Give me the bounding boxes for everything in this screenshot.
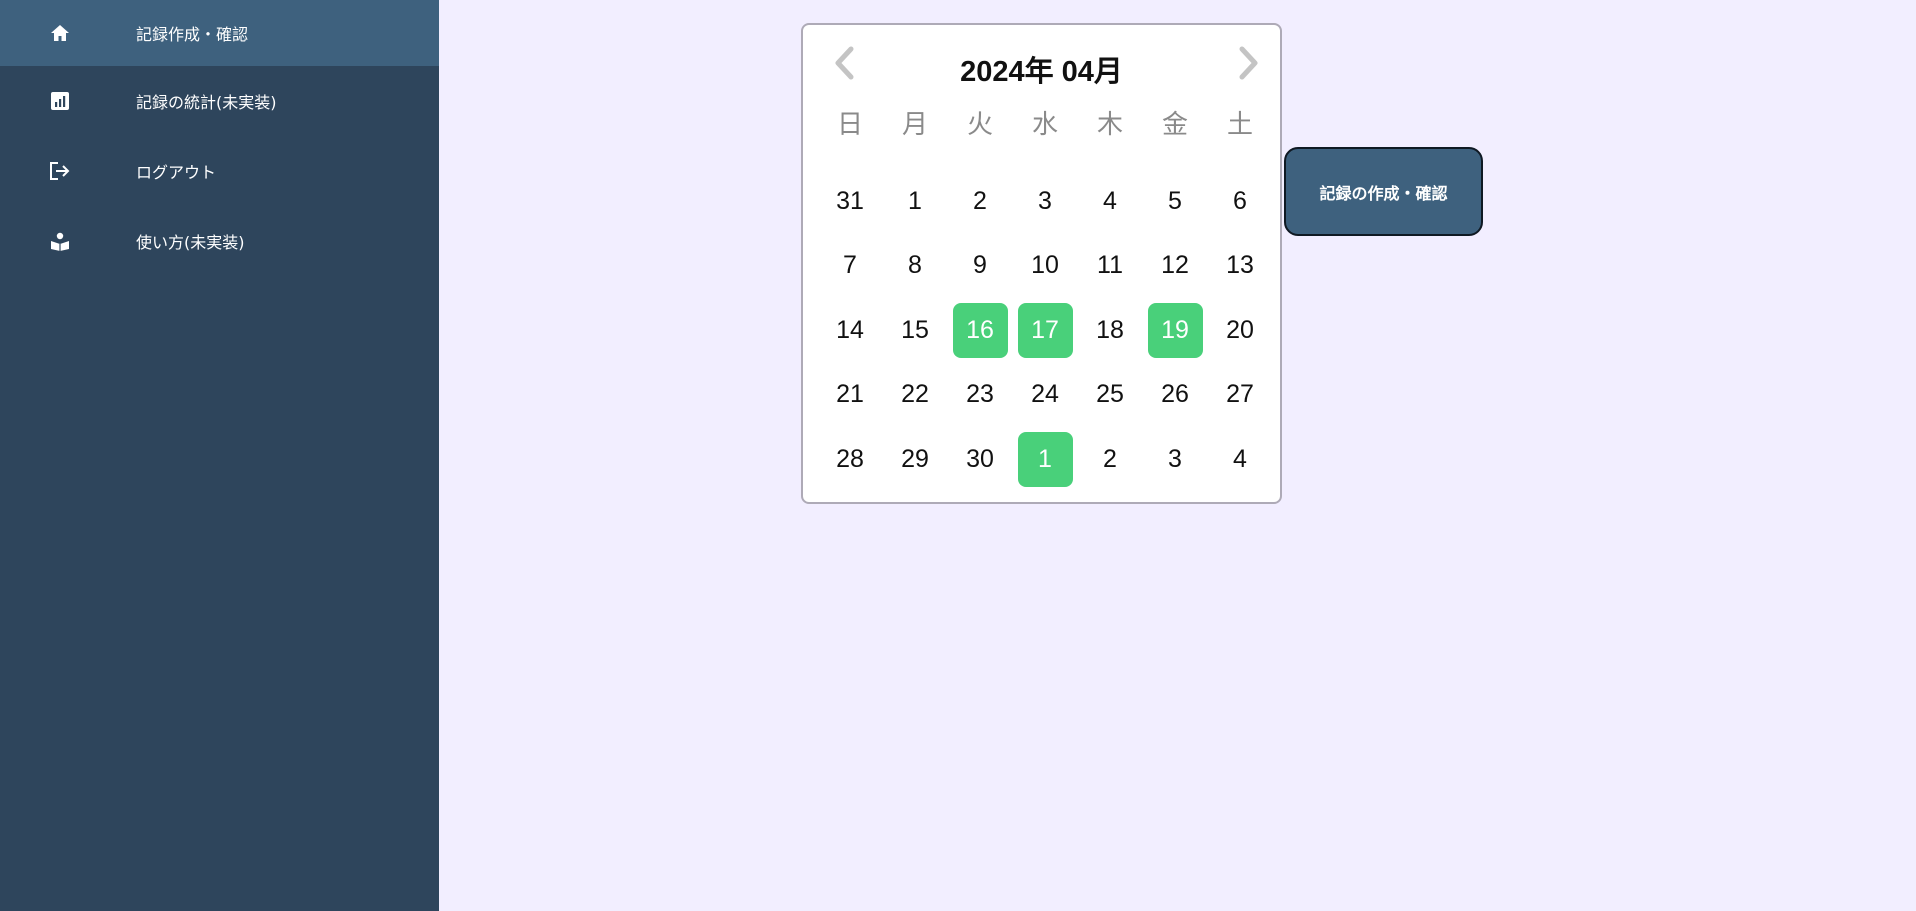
calendar-day[interactable]: 27 — [1213, 367, 1268, 422]
chevron-right-icon[interactable] — [1229, 43, 1269, 83]
calendar-day[interactable]: 15 — [888, 303, 943, 358]
calendar-day[interactable]: 24 — [1018, 367, 1073, 422]
weekday-label: 月 — [901, 110, 928, 140]
sidebar-item-label: 記録の統計(未実装) — [136, 93, 277, 112]
calendar-day[interactable]: 10 — [1018, 238, 1073, 293]
sidebar: 記録作成・確認 記録の統計(未実装) ログアウト 使い方(未実装) — [0, 0, 439, 911]
calendar-day[interactable]: 7 — [823, 238, 878, 293]
calendar-day[interactable]: 4 — [1213, 432, 1268, 487]
weekday-label: 木 — [1096, 110, 1123, 140]
logout-icon — [49, 160, 71, 182]
calendar-day-recorded[interactable]: 1 — [1017, 431, 1073, 487]
calendar-day-recorded[interactable]: 16 — [952, 302, 1008, 358]
calendar-day[interactable]: 30 — [953, 432, 1008, 487]
weekday-label: 水 — [1031, 110, 1058, 140]
sidebar-item-statistics[interactable]: 記録の統計(未実装) — [0, 68, 439, 134]
calendar-day[interactable]: 25 — [1083, 367, 1138, 422]
calendar-day[interactable]: 18 — [1083, 303, 1138, 358]
calendar-day[interactable]: 31 — [823, 174, 878, 229]
sidebar-item-how-to-use[interactable]: 使い方(未実装) — [0, 208, 439, 274]
calendar-day[interactable]: 2 — [1083, 432, 1138, 487]
calendar-day[interactable]: 14 — [823, 303, 878, 358]
calendar-day[interactable]: 22 — [888, 367, 943, 422]
calendar-day[interactable]: 4 — [1083, 174, 1138, 229]
calendar-day[interactable]: 5 — [1148, 174, 1203, 229]
reader-icon — [49, 230, 71, 252]
calendar-day[interactable]: 13 — [1213, 238, 1268, 293]
calendar-day[interactable]: 29 — [888, 432, 943, 487]
calendar-day[interactable]: 8 — [888, 238, 943, 293]
calendar-day[interactable]: 12 — [1148, 238, 1203, 293]
calendar-day[interactable]: 9 — [953, 238, 1008, 293]
sidebar-item-label: 記録作成・確認 — [136, 25, 249, 44]
calendar-day[interactable]: 28 — [823, 432, 878, 487]
weekday-label: 土 — [1226, 110, 1253, 140]
calendar: 2024年 04月 日月火水木金土 31 1 2 3 4 5 6 7 8 9 10 11 12 13 14 1… — [801, 23, 1282, 504]
calendar-day[interactable]: 2 — [953, 174, 1008, 229]
sidebar-item-create-record[interactable]: 記録作成・確認 — [0, 0, 439, 66]
calendar-day[interactable]: 11 — [1083, 238, 1138, 293]
chart-icon — [49, 90, 71, 112]
calendar-day[interactable]: 6 — [1213, 174, 1268, 229]
home-icon — [49, 22, 71, 44]
sidebar-item-label: 使い方(未実装) — [136, 233, 245, 252]
weekday-label: 日 — [836, 110, 863, 140]
sidebar-item-label: ログアウト — [136, 163, 217, 182]
calendar-day-recorded[interactable]: 17 — [1017, 302, 1073, 358]
create-record-button[interactable]: 記録の作成・確認 — [1284, 147, 1483, 236]
calendar-day[interactable]: 20 — [1213, 303, 1268, 358]
calendar-day[interactable]: 3 — [1148, 432, 1203, 487]
calendar-day-recorded[interactable]: 19 — [1147, 302, 1203, 358]
calendar-month-title: 2024年 04月 — [960, 56, 1123, 88]
calendar-day[interactable]: 23 — [953, 367, 1008, 422]
calendar-day[interactable]: 3 — [1018, 174, 1073, 229]
calendar-day[interactable]: 1 — [888, 174, 943, 229]
calendar-day[interactable]: 21 — [823, 367, 878, 422]
calendar-day[interactable]: 26 — [1148, 367, 1203, 422]
weekday-label: 火 — [966, 110, 993, 140]
sidebar-item-logout[interactable]: ログアウト — [0, 138, 439, 204]
weekday-label: 金 — [1161, 110, 1188, 140]
